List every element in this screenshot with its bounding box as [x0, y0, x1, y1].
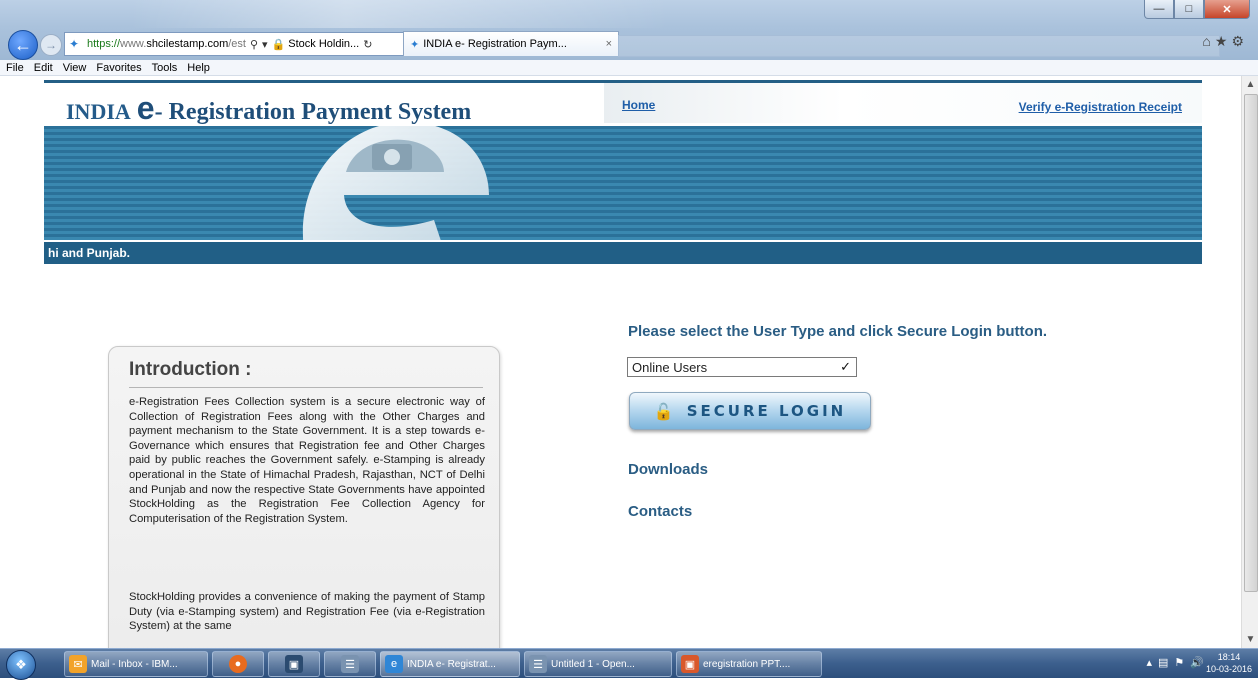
active-tab-label: INDIA e- Registration Paym...: [423, 38, 567, 50]
menu-tools[interactable]: Tools: [152, 62, 178, 74]
contacts-link[interactable]: Contacts: [628, 503, 692, 520]
taskbar: ❖ ✉ Mail - Inbox - IBM... ● ▣ ☰ e INDIA …: [0, 648, 1258, 680]
logo-e: e: [136, 90, 155, 126]
taskbar-app-window[interactable]: ▣: [268, 651, 320, 677]
dropdown-icon[interactable]: ▾: [262, 38, 268, 51]
openoffice-icon: ☰: [529, 655, 547, 673]
taskbar-mail[interactable]: ✉ Mail - Inbox - IBM...: [64, 651, 208, 677]
user-type-selected: Online Users: [632, 359, 708, 375]
window-controls: — □ ✕: [1144, 0, 1250, 19]
start-button[interactable]: ❖: [6, 650, 36, 680]
windows-icon: ❖: [15, 657, 27, 672]
introduction-heading: Introduction :: [129, 359, 252, 380]
address-bar[interactable]: ✦ https:// www. shcilestamp.com /est ⚲ ▾…: [64, 32, 404, 56]
menu-help[interactable]: Help: [187, 62, 210, 74]
close-button[interactable]: ✕: [1204, 0, 1250, 19]
browser-title-bar: — □ ✕ ← → ✦ https:// www. shcilestamp.co…: [0, 0, 1258, 60]
maximize-button[interactable]: □: [1174, 0, 1204, 19]
vertical-scrollbar[interactable]: ▲ ▼: [1241, 76, 1258, 648]
refresh-icon[interactable]: ↻: [363, 38, 372, 51]
minimize-button[interactable]: —: [1144, 0, 1174, 19]
nav-home-link[interactable]: Home: [622, 98, 655, 112]
tab-favicon-icon: ✦: [410, 38, 420, 51]
menu-edit[interactable]: Edit: [34, 62, 53, 74]
banner-top: INDIA e- Registration Payment System Hom…: [44, 80, 1202, 126]
logo-title: - Registration Payment System: [154, 99, 472, 125]
taskbar-ie-label: INDIA e- Registrat...: [407, 658, 496, 670]
system-clock[interactable]: 18:14 10-03-2016: [1206, 651, 1252, 675]
user-type-select[interactable]: Online Users ✓: [627, 357, 857, 377]
flag-icon[interactable]: ⚑: [1174, 657, 1190, 669]
logo-india: INDIA: [66, 99, 131, 124]
tray-expand-icon[interactable]: ▴: [1146, 657, 1158, 669]
menu-file[interactable]: File: [6, 62, 24, 74]
star-icon[interactable]: ★: [1215, 33, 1232, 49]
tab-close-icon[interactable]: ×: [606, 38, 612, 50]
scroll-up-icon[interactable]: ▲: [1242, 76, 1258, 93]
browser-right-icons: ⌂★⚙: [1202, 33, 1248, 50]
arrow-left-icon: ←: [14, 34, 32, 55]
clock-time: 18:14: [1217, 652, 1241, 662]
window-app-icon: ▣: [285, 655, 303, 673]
taskbar-ppt-label: eregistration PPT....: [703, 658, 791, 670]
secure-login-label: SECURE LOGIN: [686, 402, 847, 420]
introduction-paragraph-2: StockHolding provides a convenience of m…: [129, 591, 485, 633]
menu-view[interactable]: View: [63, 62, 87, 74]
forward-button[interactable]: →: [40, 34, 62, 56]
introduction-panel: Introduction : e-Registration Fees Colle…: [108, 346, 500, 648]
news-ticker: hi and Punjab.: [44, 242, 1202, 264]
firefox-icon: ●: [229, 655, 247, 673]
url-path: /est: [228, 38, 246, 50]
navigation-row: ← → ✦ https:// www. shcilestamp.com /est…: [0, 27, 1258, 61]
new-tab-area[interactable]: [618, 35, 1220, 57]
taskbar-openoffice[interactable]: ☰ Untitled 1 - Open...: [524, 651, 672, 677]
lock-icon[interactable]: 🔒: [272, 38, 286, 51]
active-tab[interactable]: ✦ INDIA e- Registration Paym... ×: [403, 31, 619, 56]
lock-icon: 🔓: [653, 401, 677, 421]
header-banner: INDIA e- Registration Payment System Hom…: [44, 80, 1202, 240]
taskbar-firefox[interactable]: ●: [212, 651, 264, 677]
clock-date: 10-03-2016: [1205, 664, 1252, 674]
url-scheme: https://: [87, 38, 121, 50]
user-type-prompt: Please select the User Type and click Se…: [628, 323, 1048, 340]
tab-stock-holding[interactable]: Stock Holdin...: [288, 38, 359, 50]
favicon-icon: ✦: [69, 37, 80, 51]
scroll-down-icon[interactable]: ▼: [1242, 631, 1258, 648]
home-icon[interactable]: ⌂: [1202, 33, 1214, 49]
downloads-link[interactable]: Downloads: [628, 461, 708, 478]
chevron-down-icon: ✓: [840, 359, 851, 374]
introduction-paragraph-1: e-Registration Fees Collection system is…: [129, 396, 485, 525]
document-icon: ☰: [341, 655, 359, 673]
nav-verify-receipt-link[interactable]: Verify e-Registration Receipt: [1019, 100, 1182, 114]
arrow-right-icon: →: [45, 38, 57, 52]
title-glow: [130, 0, 670, 28]
scroll-thumb[interactable]: [1244, 94, 1258, 592]
network-icon[interactable]: ▤: [1158, 657, 1174, 669]
url-host: shcilestamp.com: [146, 38, 229, 50]
page-viewport: INDIA e- Registration Payment System Hom…: [0, 76, 1241, 648]
taskbar-ie[interactable]: e INDIA e- Registrat...: [380, 651, 520, 677]
presentation-icon: ▣: [681, 655, 699, 673]
site-logo[interactable]: INDIA e- Registration Payment System: [66, 90, 471, 127]
secure-login-button[interactable]: 🔓 SECURE LOGIN: [629, 392, 871, 430]
mail-app-icon: ✉: [69, 655, 87, 673]
menu-favorites[interactable]: Favorites: [96, 62, 141, 74]
introduction-divider: [129, 387, 483, 388]
taskbar-ppt[interactable]: ▣ eregistration PPT....: [676, 651, 822, 677]
internet-explorer-icon: e: [385, 655, 403, 673]
menu-bar: File Edit View Favorites Tools Help: [0, 60, 1258, 76]
gear-icon[interactable]: ⚙: [1231, 33, 1248, 49]
taskbar-openoffice-label: Untitled 1 - Open...: [551, 658, 635, 670]
taskbar-app-docs[interactable]: ☰: [324, 651, 376, 677]
search-icon[interactable]: ⚲: [250, 38, 258, 51]
taskbar-mail-label: Mail - Inbox - IBM...: [91, 658, 178, 670]
back-button[interactable]: ←: [8, 30, 38, 60]
banner-stripes: [44, 126, 1202, 240]
system-tray: ▴▤⚑🔊: [1146, 656, 1210, 669]
url-www: www.: [120, 38, 147, 50]
